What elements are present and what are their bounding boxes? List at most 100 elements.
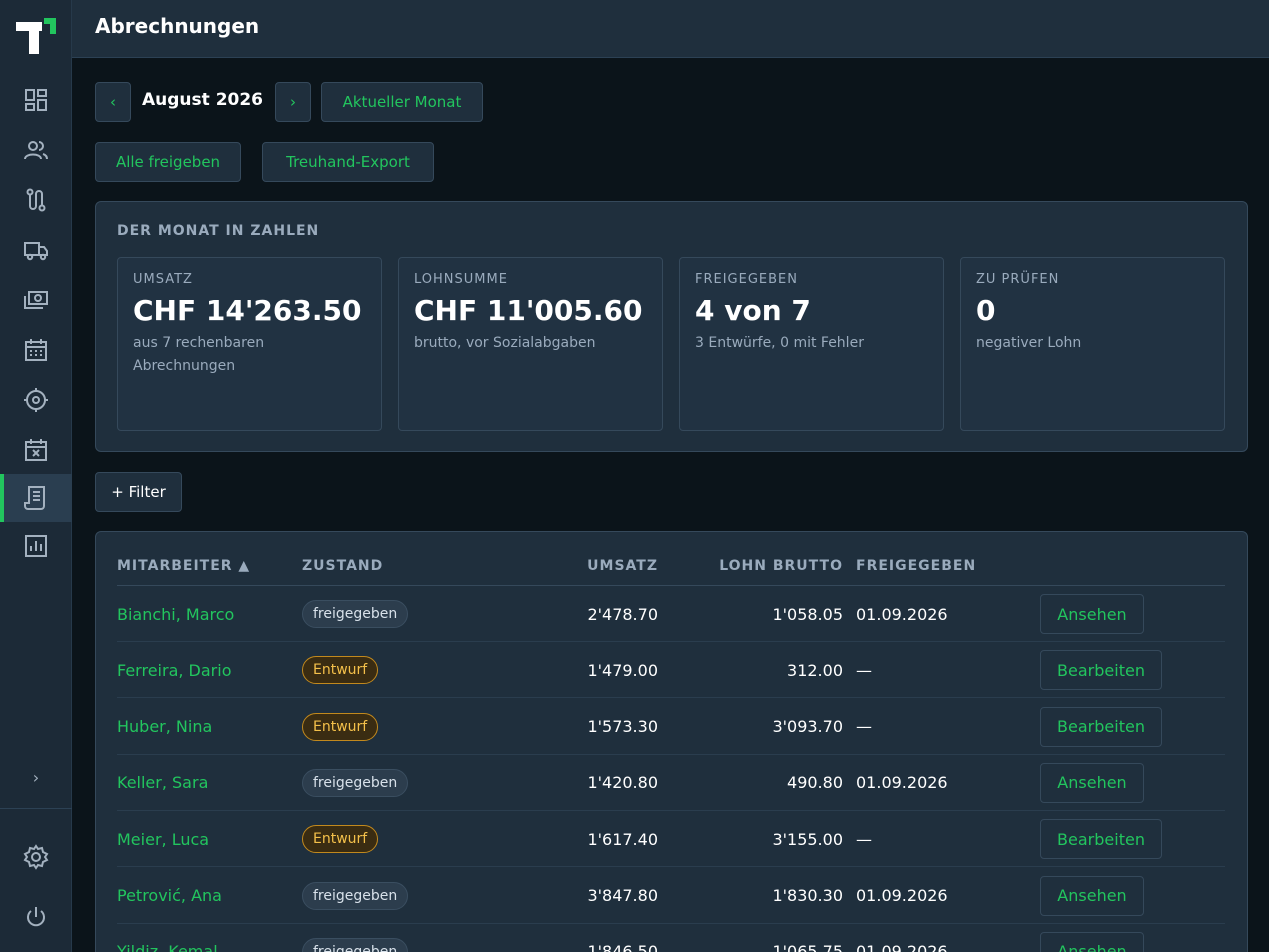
released-date-cell: 01.09.2026: [856, 886, 948, 905]
status-badge: Entwurf: [302, 656, 379, 685]
current-month-button[interactable]: Aktueller Monat: [321, 82, 483, 122]
table-row: Bianchi, Marco freigegeben 2'478.70 1'058.0…: [117, 586, 1225, 642]
status-badge: freigegeben: [302, 600, 409, 628]
table-row: Yildiz, Kemal freigegeben 1'846.50 1'065.75…: [117, 924, 1225, 952]
prev-month-button[interactable]: ‹: [95, 82, 131, 122]
view-button[interactable]: Ansehen: [1040, 875, 1144, 916]
page-header: Abrechnungen: [72, 0, 1269, 58]
stat-label: UMSATZ: [133, 272, 193, 287]
target-icon: [24, 388, 48, 412]
lohn-brutto-cell: 490.80: [787, 773, 843, 793]
status-badge: freigegeben: [302, 768, 409, 797]
sidebar-item-dashboard[interactable]: [0, 76, 72, 124]
sidebar-item-reports[interactable]: [0, 522, 72, 570]
umsatz-cell: 2'478.70: [587, 604, 658, 624]
employee-name-link[interactable]: Huber, Nina: [117, 699, 212, 755]
lohn-brutto-cell: 3'155.00: [772, 829, 843, 849]
calendar-x-icon: [25, 439, 47, 461]
released-date-cell: —: [856, 717, 872, 737]
stat-card-zu-pruefen: ZU PRÜFEN 0 negativer Lohn: [960, 257, 1225, 431]
calendar-icon: [25, 339, 47, 361]
release-all-button[interactable]: Alle freigeben: [95, 142, 241, 182]
status-cell: freigegeben: [302, 586, 409, 642]
stat-card-lohnsumme: LOHNSUMME CHF 11'005.60 brutto, vor Sozi…: [398, 257, 663, 431]
status-cell: freigegeben: [302, 924, 409, 952]
month-label: August 2026: [142, 90, 264, 110]
sidebar-item-routes[interactable]: [0, 176, 72, 224]
view-button[interactable]: Ansehen: [1040, 762, 1144, 803]
sidebar-item-payroll[interactable]: [0, 474, 72, 522]
stat-card-freigegeben: FREIGEGEBEN 4 von 7 3 Entwürfe, 0 mit Fe…: [679, 257, 944, 431]
edit-button[interactable]: Bearbeiten: [1040, 819, 1162, 860]
sidebar-item-targets[interactable]: [0, 376, 72, 424]
app-logo[interactable]: [16, 18, 56, 54]
edit-button[interactable]: Bearbeiten: [1040, 650, 1162, 691]
column-header-mitarbeiter[interactable]: MITARBEITER ▲: [117, 558, 250, 574]
released-date-cell: 01.09.2026: [856, 604, 948, 624]
table-row: Huber, Nina Entwurf 1'573.30 3'093.70 — Bearb…: [117, 699, 1225, 755]
summary-title: DER MONAT IN ZAHLEN: [117, 223, 320, 239]
sidebar-item-logout[interactable]: [0, 893, 72, 941]
lohn-brutto-cell: 312.00: [787, 660, 843, 680]
column-header-umsatz[interactable]: UMSATZ: [560, 558, 658, 574]
sidebar-item-payments[interactable]: [0, 276, 72, 324]
employee-name-link[interactable]: Bianchi, Marco: [117, 586, 234, 642]
view-button[interactable]: Ansehen: [1040, 931, 1144, 952]
umsatz-cell: 1'846.50: [587, 942, 658, 952]
next-month-button[interactable]: ›: [275, 82, 311, 122]
status-cell: freigegeben: [302, 868, 409, 924]
sidebar-item-vehicles[interactable]: [0, 226, 72, 274]
export-button[interactable]: Treuhand-Export: [262, 142, 434, 182]
stat-value: CHF 14'263.50: [133, 294, 362, 327]
employee-name-link[interactable]: Ferreira, Dario: [117, 642, 231, 698]
power-icon: [27, 907, 45, 927]
filter-button[interactable]: + Filter: [95, 472, 182, 512]
umsatz-cell: 3'847.80: [587, 886, 658, 905]
sidebar: ›: [0, 0, 72, 952]
status-badge: freigegeben: [302, 881, 409, 910]
stat-sub: 3 Entwürfe, 0 mit Fehler: [695, 335, 864, 351]
receipt-icon: [24, 486, 45, 510]
page-title: Abrechnungen: [95, 14, 260, 38]
report-icon: [25, 535, 47, 557]
sidebar-item-calendar[interactable]: [0, 326, 72, 374]
status-cell: Entwurf: [302, 811, 379, 867]
column-header-freigegeben[interactable]: FREIGEGEBEN: [856, 558, 976, 574]
umsatz-cell: 1'617.40: [587, 829, 658, 849]
employee-name-link[interactable]: Petrović, Ana: [117, 868, 222, 924]
lohn-brutto-cell: 3'093.70: [772, 717, 843, 737]
column-header-label: MITARBEITER ▲: [117, 558, 251, 574]
status-cell: Entwurf: [302, 642, 379, 698]
sidebar-item-absences[interactable]: [0, 426, 72, 474]
stat-label: LOHNSUMME: [414, 272, 508, 287]
column-header-zustand[interactable]: ZUSTAND: [302, 558, 383, 574]
employee-name-link[interactable]: Yildiz, Kemal: [117, 924, 218, 952]
view-button[interactable]: Ansehen: [1040, 594, 1144, 634]
umsatz-cell: 1'420.80: [587, 773, 658, 793]
stat-value: 0: [976, 294, 996, 327]
table-row: Keller, Sara freigegeben 1'420.80 490.80 01.…: [117, 755, 1225, 811]
money-icon: [24, 291, 48, 309]
sidebar-item-users[interactable]: [0, 126, 72, 174]
users-icon: [24, 141, 48, 160]
summary-panel: DER MONAT IN ZAHLEN UMSATZ CHF 14'263.50…: [95, 201, 1248, 452]
lohn-brutto-cell: 1'058.05: [772, 604, 843, 624]
table-row: Ferreira, Dario Entwurf 1'479.00 312.00 — Bea…: [117, 642, 1225, 699]
status-badge: Entwurf: [302, 712, 379, 741]
dashboard-icon: [25, 89, 47, 111]
stat-sub: negativer Lohn: [976, 335, 1082, 351]
status-cell: freigegeben: [302, 755, 409, 811]
edit-button[interactable]: Bearbeiten: [1040, 706, 1162, 747]
column-header-lohn-brutto[interactable]: LOHN BRUTTO: [700, 558, 843, 574]
stat-sub: aus 7 rechenbaren Abrechnungen: [133, 335, 265, 374]
status-cell: Entwurf: [302, 699, 379, 755]
employee-name-link[interactable]: Meier, Luca: [117, 811, 209, 867]
sidebar-expand-button[interactable]: ›: [0, 762, 72, 792]
sidebar-item-settings[interactable]: [0, 833, 72, 881]
released-date-cell: —: [856, 829, 872, 849]
stat-card-umsatz: UMSATZ CHF 14'263.50 aus 7 rechenbaren A…: [117, 257, 382, 431]
stat-label: ZU PRÜFEN: [976, 272, 1060, 287]
stat-value: 4 von 7: [695, 294, 811, 327]
employee-name-link[interactable]: Keller, Sara: [117, 755, 208, 811]
umsatz-cell: 1'573.30: [587, 717, 658, 737]
